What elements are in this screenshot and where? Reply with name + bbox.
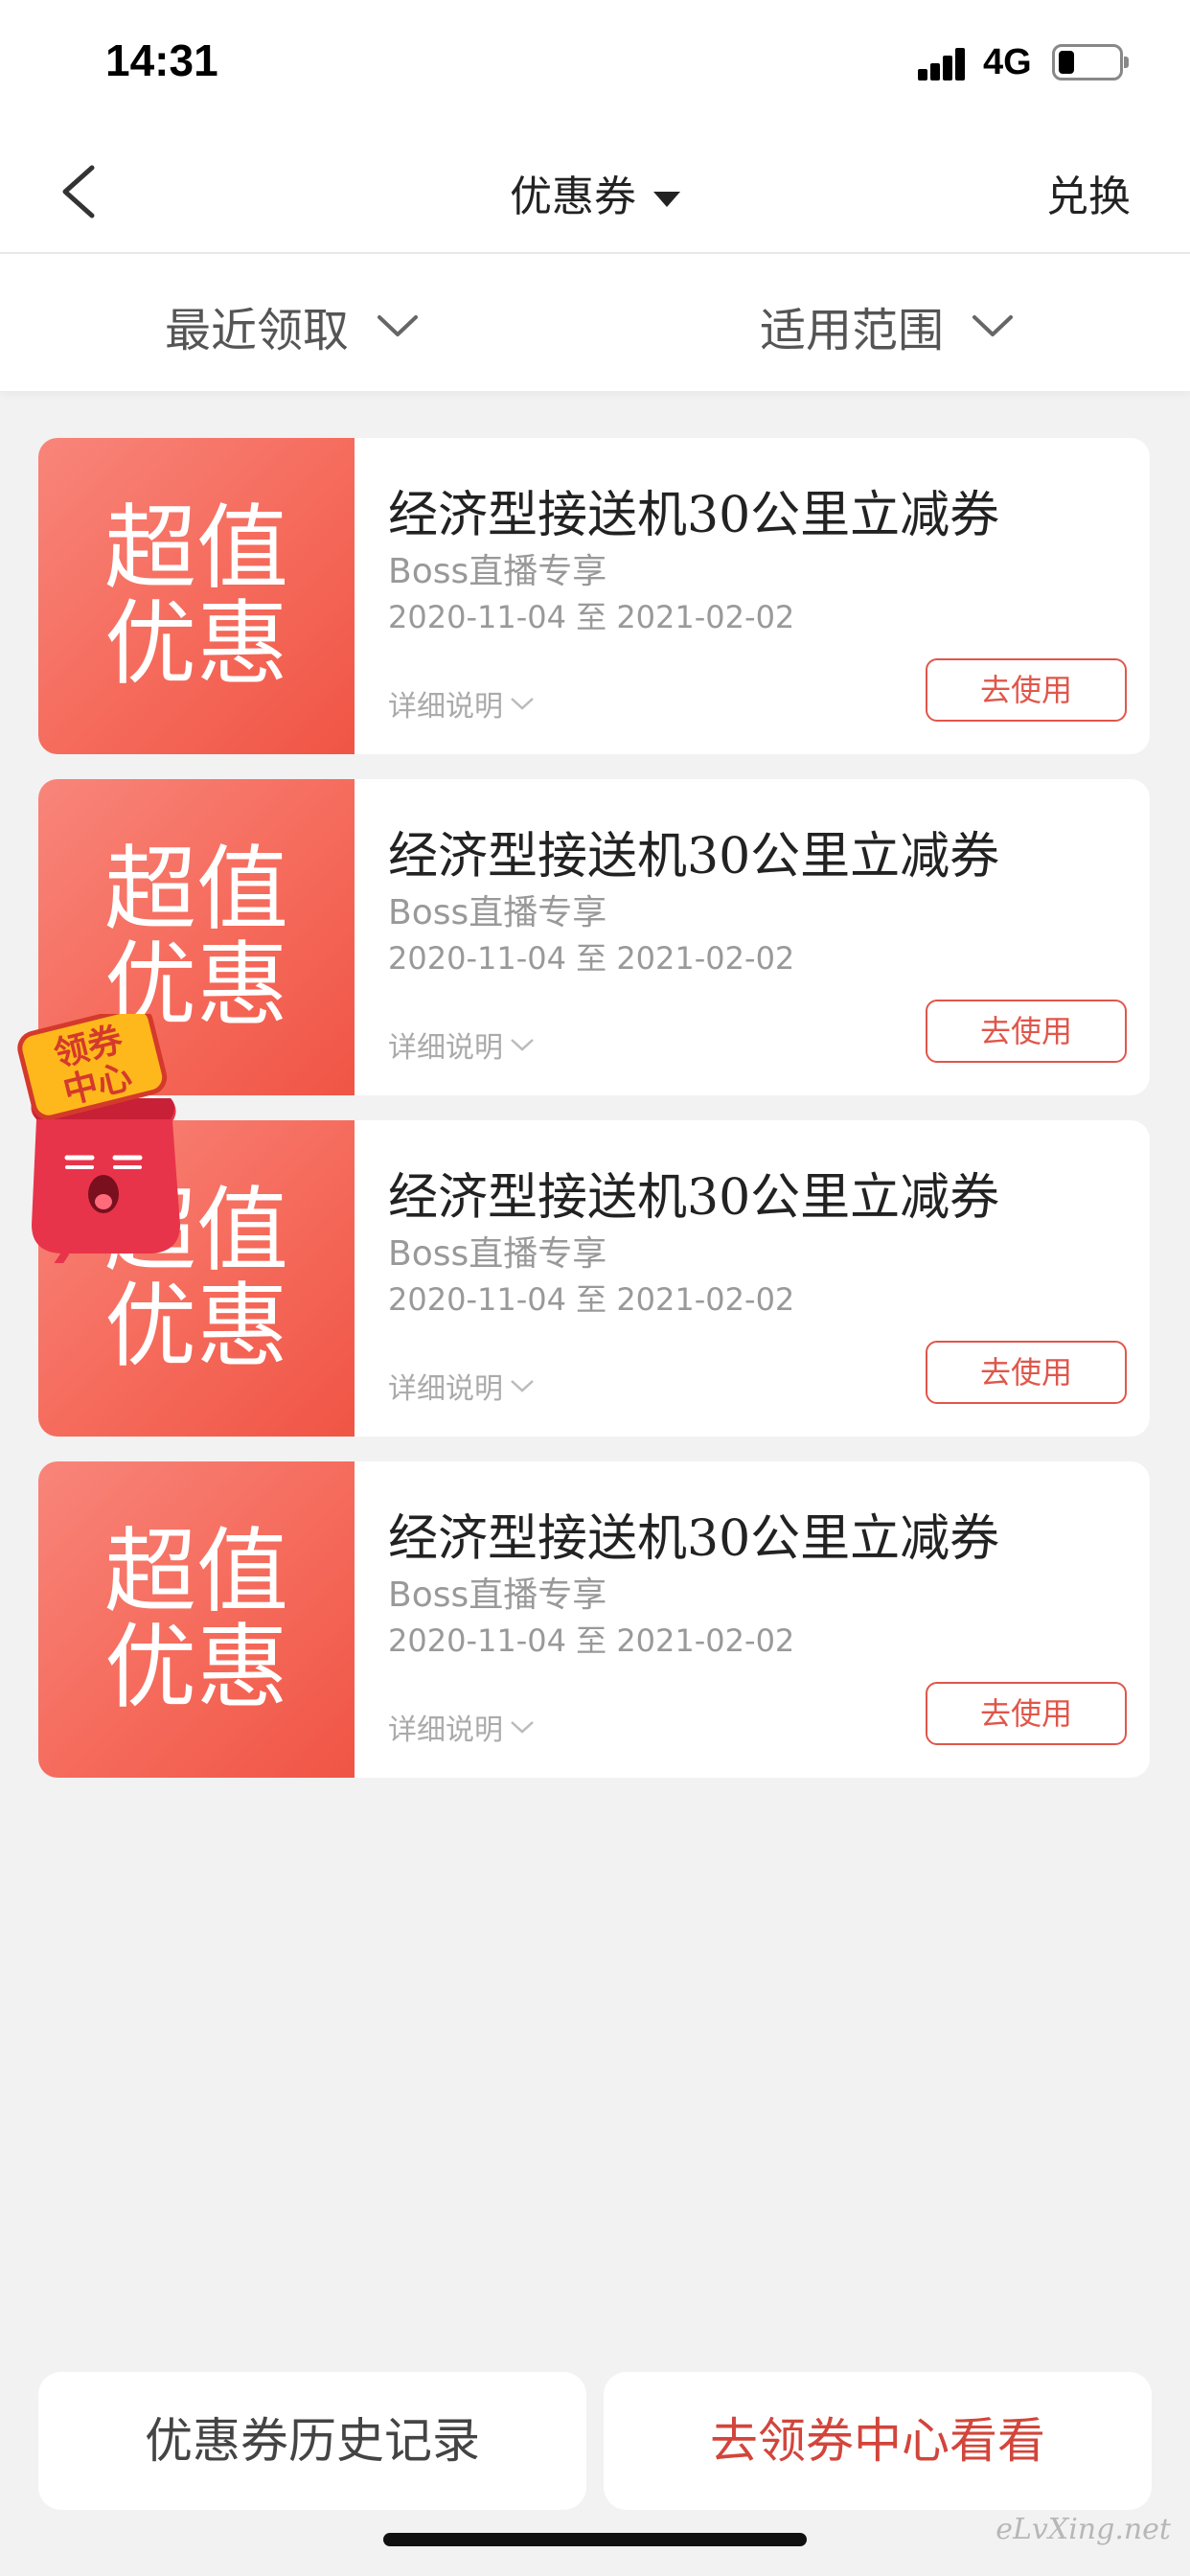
filter-scope[interactable]: 适用范围 — [760, 292, 1015, 359]
coupon-list: 超值 优惠 经济型接送机30公里立减券 Boss直播专享 2020-11-04 … — [38, 438, 1150, 1803]
use-button[interactable]: 去使用 — [926, 658, 1127, 722]
network-type: 4G — [983, 42, 1032, 82]
coupon-badge-line2: 优惠 — [104, 1273, 288, 1380]
coupon-subtitle: Boss直播专享 — [388, 1576, 607, 1615]
coupon-subtitle: Boss直播专享 — [388, 893, 607, 932]
page-title: 优惠券 — [510, 172, 636, 221]
coupon-detail-label: 详细说明 — [388, 690, 503, 724]
coupon-detail-label: 详细说明 — [388, 1372, 503, 1406]
coupon-center-float-button[interactable]: 领券 中心 — [8, 1014, 199, 1263]
coupon-card: 超值 优惠 经济型接送机30公里立减券 Boss直播专享 2020-11-04 … — [38, 1461, 1150, 1778]
status-time: 14:31 — [105, 35, 218, 85]
page-title-dropdown[interactable]: 优惠券 — [0, 162, 1190, 223]
coupon-detail-toggle[interactable]: 详细说明 — [388, 1024, 536, 1066]
signal-icon — [918, 46, 966, 80]
chevron-down-icon — [511, 698, 534, 710]
status-bar: 14:31 4G — [0, 0, 1190, 129]
exchange-button[interactable]: 兑换 — [1046, 162, 1131, 223]
coupon-detail-toggle[interactable]: 详细说明 — [388, 1365, 536, 1407]
chevron-down-icon — [973, 315, 1014, 336]
coupon-badge-line1: 超值 — [104, 1518, 288, 1625]
coupon-badge: 超值 优惠 — [101, 841, 292, 1033]
caret-down-icon — [653, 192, 680, 207]
use-button[interactable]: 去使用 — [926, 1682, 1127, 1745]
coupon-title: 经济型接送机30公里立减券 — [388, 828, 1000, 886]
coupon-date-range: 2020-11-04 至 2021-02-02 — [388, 599, 795, 635]
coupon-date-range: 2020-11-04 至 2021-02-02 — [388, 940, 795, 977]
coupon-badge-line2: 优惠 — [104, 590, 288, 698]
coupon-history-button[interactable]: 优惠券历史记录 — [38, 2372, 586, 2510]
nav-bar: 优惠券 兑换 — [0, 129, 1190, 254]
coupon-detail-toggle[interactable]: 详细说明 — [388, 682, 536, 724]
coupon-date-range: 2020-11-04 至 2021-02-02 — [388, 1622, 795, 1659]
filter-recent-label: 最近领取 — [165, 304, 350, 357]
coupon-detail-toggle[interactable]: 详细说明 — [388, 1706, 536, 1748]
coupon-badge: 超值 优惠 — [101, 500, 292, 692]
coupon-detail-label: 详细说明 — [388, 1031, 503, 1065]
use-button[interactable]: 去使用 — [926, 1000, 1127, 1063]
coupon-badge-panel: 超值 优惠 — [38, 1461, 355, 1778]
filter-scope-label: 适用范围 — [760, 304, 945, 357]
coupon-title: 经济型接送机30公里立减券 — [388, 487, 1000, 544]
coupon-badge-panel: 超值 优惠 — [38, 438, 355, 754]
coupon-date-range: 2020-11-04 至 2021-02-02 — [388, 1281, 795, 1318]
filter-bar: 最近领取 适用范围 — [0, 254, 1190, 391]
chevron-down-icon — [511, 1721, 534, 1734]
chevron-down-icon — [511, 1380, 534, 1392]
filter-recent[interactable]: 最近领取 — [165, 292, 420, 359]
coupon-badge: 超值 优惠 — [101, 1524, 292, 1715]
coupon-detail-label: 详细说明 — [388, 1714, 503, 1747]
chevron-down-icon — [378, 315, 419, 336]
use-button[interactable]: 去使用 — [926, 1341, 1127, 1404]
coupon-card: 超值 优惠 经济型接送机30公里立减券 Boss直播专享 2020-11-04 … — [38, 779, 1150, 1095]
coupon-card: 超值 优惠 经济型接送机30公里立减券 Boss直播专享 2020-11-04 … — [38, 438, 1150, 754]
chevron-down-icon — [511, 1039, 534, 1051]
coupon-title: 经济型接送机30公里立减券 — [388, 1510, 1000, 1568]
coupon-card: 超值 优惠 经济型接送机30公里立减券 Boss直播专享 2020-11-04 … — [38, 1120, 1150, 1437]
coupon-title: 经济型接送机30公里立减券 — [388, 1169, 1000, 1227]
coupon-subtitle: Boss直播专享 — [388, 1234, 607, 1274]
watermark: eLvXing.net — [995, 2513, 1171, 2546]
coupon-badge-line1: 超值 — [104, 494, 288, 602]
home-indicator — [383, 2533, 807, 2546]
coupon-center-button[interactable]: 去领券中心看看 — [604, 2372, 1152, 2510]
coupon-badge-line1: 超值 — [104, 836, 288, 943]
coupon-badge-line2: 优惠 — [104, 1614, 288, 1721]
battery-icon — [1052, 44, 1129, 80]
coupon-subtitle: Boss直播专享 — [388, 552, 607, 591]
